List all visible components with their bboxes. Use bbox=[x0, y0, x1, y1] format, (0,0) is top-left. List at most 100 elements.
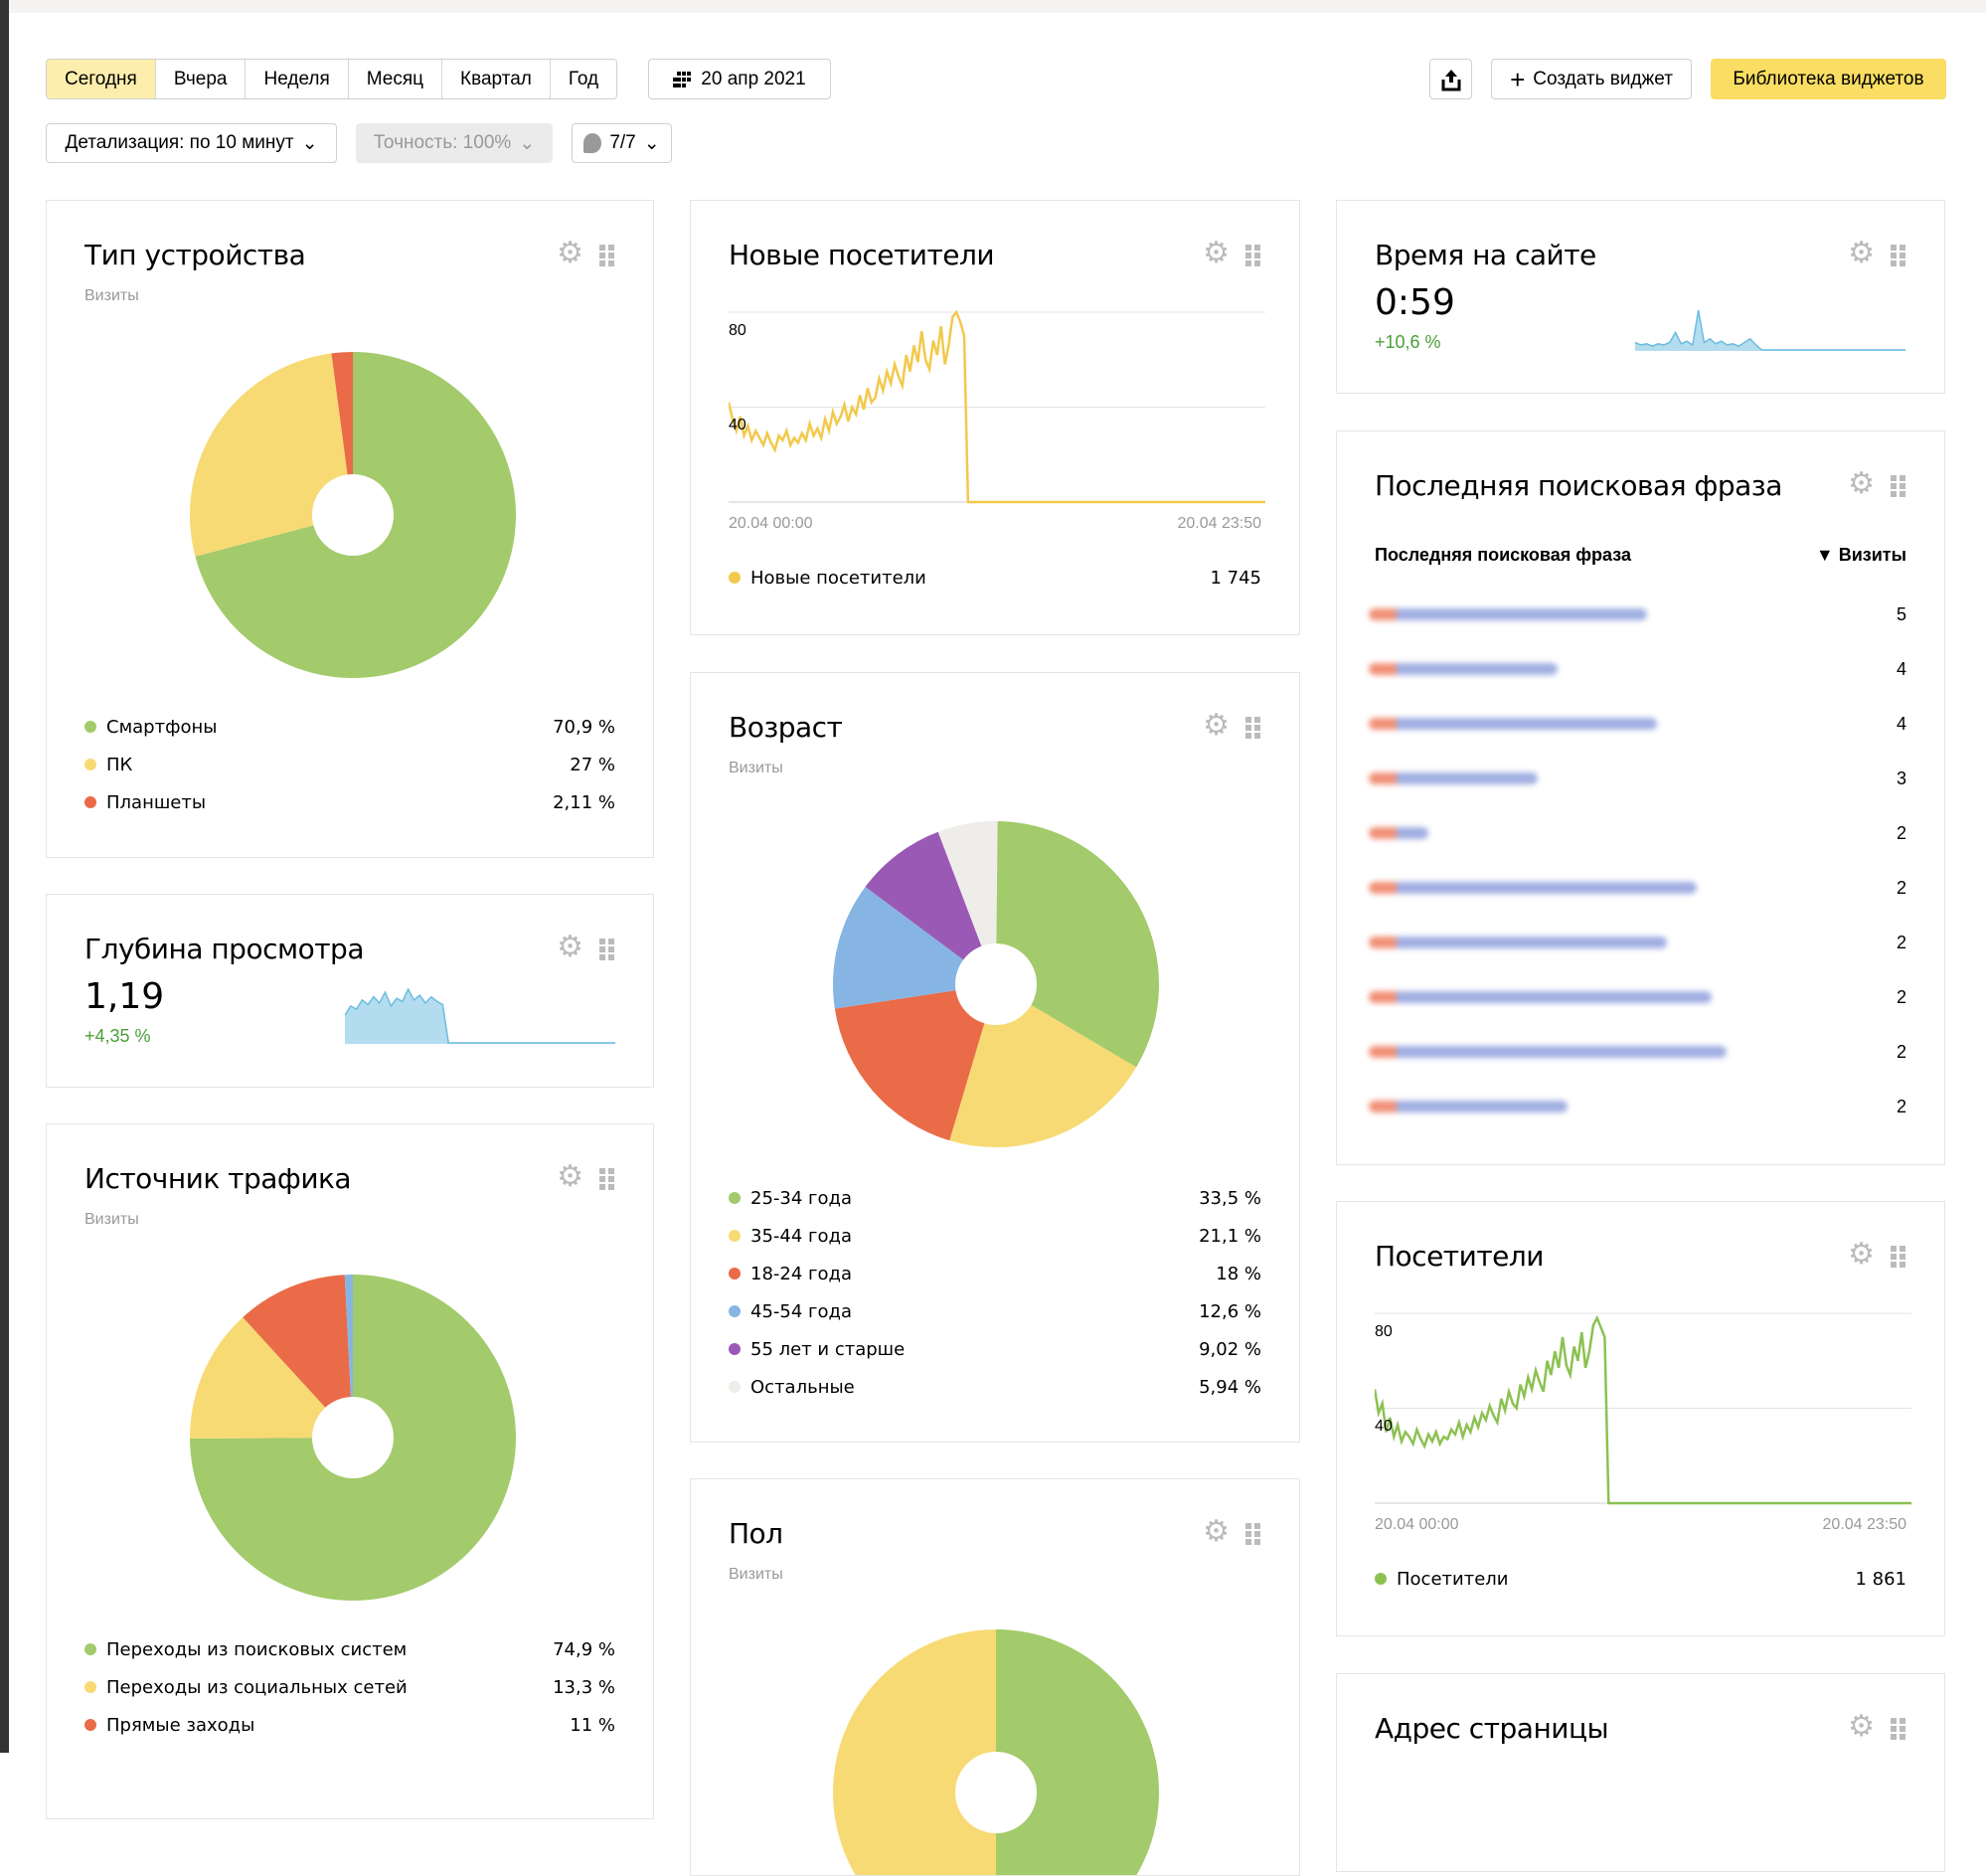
legend-item[interactable]: 55 лет и старше 9,02 % bbox=[729, 1330, 1261, 1368]
drag-handle-icon[interactable] bbox=[1245, 717, 1261, 739]
widget-device-type: Тип устройства Визиты ⚙ Смартфоны 70,9 % П… bbox=[46, 200, 654, 858]
export-button[interactable] bbox=[1429, 59, 1472, 99]
blurred-phrase bbox=[1369, 608, 1647, 620]
drag-handle-icon[interactable] bbox=[1245, 1523, 1261, 1545]
drag-handle-icon[interactable] bbox=[1891, 1246, 1906, 1268]
legend-value: 9,02 % bbox=[1199, 1338, 1261, 1360]
table-row[interactable]: 5 bbox=[1369, 595, 1906, 634]
legend-item[interactable]: 45-54 года 12,6 % bbox=[729, 1292, 1261, 1330]
drag-handle-icon[interactable] bbox=[1891, 245, 1906, 266]
legend-label: Переходы из социальных сетей bbox=[106, 1676, 408, 1698]
column-visits-sort[interactable]: ▼ Визиты bbox=[1816, 545, 1906, 566]
blurred-phrase bbox=[1369, 772, 1538, 784]
pie-slice[interactable] bbox=[833, 1629, 996, 1876]
gear-icon[interactable]: ⚙ bbox=[1848, 1712, 1875, 1742]
segments-label: 7/7 bbox=[609, 132, 636, 153]
table-row[interactable]: 2 bbox=[1369, 923, 1906, 962]
accuracy-dropdown[interactable]: Точность: 100% ⌄ bbox=[356, 123, 553, 163]
blurred-phrase bbox=[1369, 1046, 1727, 1058]
widget-library-button[interactable]: Библиотека виджетов bbox=[1711, 59, 1946, 99]
widget-new-visitors: Новые посетители ⚙ 80 40 20.04 00:00 20.… bbox=[690, 200, 1300, 635]
blurred-phrase bbox=[1369, 827, 1428, 839]
gear-icon[interactable]: ⚙ bbox=[1848, 239, 1875, 268]
legend-item[interactable]: Остальные 5,94 % bbox=[729, 1368, 1261, 1406]
widget-view-depth: Глубина просмотра ⚙ 1,19 +4,35 % bbox=[46, 894, 654, 1088]
widget-visitors: Посетители ⚙ 80 40 20.04 00:00 20.04 23:… bbox=[1336, 1201, 1945, 1636]
date-picker-button[interactable]: 20 апр 2021 bbox=[648, 59, 831, 99]
drag-handle-icon[interactable] bbox=[599, 1168, 615, 1190]
gear-icon[interactable]: ⚙ bbox=[557, 1162, 583, 1192]
drag-handle-icon[interactable] bbox=[599, 245, 615, 266]
legend: Смартфоны 70,9 % ПК 27 % Планшеты 2,11 % bbox=[84, 708, 615, 821]
visits-value: 4 bbox=[1896, 658, 1906, 679]
detail-dropdown[interactable]: Детализация: по 10 минут ⌄ bbox=[46, 123, 337, 163]
gear-icon[interactable]: ⚙ bbox=[1848, 469, 1875, 499]
metric-delta: +4,35 % bbox=[84, 1026, 151, 1046]
y-tick: 40 bbox=[729, 417, 746, 433]
table-row[interactable]: 2 bbox=[1369, 868, 1906, 908]
legend-label: Смартфоны bbox=[106, 716, 218, 738]
gear-icon[interactable]: ⚙ bbox=[1203, 239, 1230, 268]
gear-icon[interactable]: ⚙ bbox=[1848, 1240, 1875, 1270]
table-row[interactable]: 2 bbox=[1369, 1032, 1906, 1072]
gear-icon[interactable]: ⚙ bbox=[1203, 711, 1230, 741]
table-row[interactable]: 4 bbox=[1369, 704, 1906, 744]
x-tick: 20.04 23:50 bbox=[1177, 515, 1261, 532]
legend-item[interactable]: ПК 27 % bbox=[84, 746, 615, 783]
visits-value: 2 bbox=[1896, 1096, 1906, 1116]
segments-dropdown[interactable]: 7/7 ⌄ bbox=[572, 123, 672, 163]
table-row[interactable]: 2 bbox=[1369, 1087, 1906, 1126]
gear-icon[interactable]: ⚙ bbox=[1203, 1517, 1230, 1547]
tab-year[interactable]: Год bbox=[550, 60, 617, 98]
visits-value: 2 bbox=[1896, 877, 1906, 898]
legend-item[interactable]: Переходы из поисковых систем 74,9 % bbox=[84, 1630, 615, 1668]
series-line bbox=[1375, 1314, 1911, 1505]
table-row[interactable]: 2 bbox=[1369, 977, 1906, 1017]
comment-icon bbox=[583, 133, 602, 153]
legend-value: 13,3 % bbox=[553, 1676, 615, 1698]
legend-item[interactable]: 18-24 года 18 % bbox=[729, 1255, 1261, 1292]
create-widget-button[interactable]: + Создать виджет bbox=[1491, 59, 1692, 99]
legend-label: Посетители bbox=[1397, 1568, 1509, 1590]
widget-title: Последняя поисковая фраза bbox=[1375, 469, 1782, 502]
table-row[interactable]: 2 bbox=[1369, 813, 1906, 853]
legend-item[interactable]: 25-34 года 33,5 % bbox=[729, 1179, 1261, 1217]
drag-handle-icon[interactable] bbox=[599, 938, 615, 960]
tab-yesterday[interactable]: Вчера bbox=[155, 60, 247, 98]
legend-dot bbox=[84, 1681, 96, 1693]
legend-item[interactable]: Переходы из социальных сетей 13,3 % bbox=[84, 1668, 615, 1706]
pie-slice[interactable] bbox=[996, 1629, 1159, 1876]
table-row[interactable]: 3 bbox=[1369, 759, 1906, 798]
legend-item[interactable]: 35-44 года 21,1 % bbox=[729, 1217, 1261, 1255]
drag-handle-icon[interactable] bbox=[1891, 1718, 1906, 1740]
table-row[interactable]: 4 bbox=[1369, 649, 1906, 689]
drag-handle-icon[interactable] bbox=[1891, 475, 1906, 497]
gear-icon[interactable]: ⚙ bbox=[557, 933, 583, 962]
gear-icon[interactable]: ⚙ bbox=[557, 239, 583, 268]
tab-month[interactable]: Месяц bbox=[348, 60, 443, 98]
accuracy-label: Точность: 100% bbox=[373, 132, 512, 153]
sparkline bbox=[1635, 309, 1905, 351]
tab-quarter[interactable]: Квартал bbox=[442, 60, 551, 98]
legend-label: 55 лет и старше bbox=[750, 1338, 906, 1360]
legend-item[interactable]: Смартфоны 70,9 % bbox=[84, 708, 615, 746]
drag-handle-icon[interactable] bbox=[1245, 245, 1261, 266]
legend-dot bbox=[729, 572, 741, 584]
legend-dot bbox=[729, 1381, 741, 1393]
legend-item[interactable]: Планшеты 2,11 % bbox=[84, 783, 615, 821]
tab-week[interactable]: Неделя bbox=[246, 60, 349, 98]
legend-value: 18 % bbox=[1216, 1263, 1261, 1284]
legend-item[interactable]: Прямые заходы 11 % bbox=[84, 1706, 615, 1744]
blurred-phrase bbox=[1369, 663, 1558, 675]
legend-value: 74,9 % bbox=[553, 1638, 615, 1660]
y-tick: 40 bbox=[1375, 1418, 1393, 1435]
widget-title: Тип устройства bbox=[84, 239, 306, 271]
legend-value: 33,5 % bbox=[1199, 1187, 1261, 1209]
legend-dot bbox=[729, 1192, 741, 1204]
left-edge bbox=[0, 0, 9, 1753]
legend-label: Остальные bbox=[750, 1376, 855, 1398]
widget-title: Посетители bbox=[1375, 1240, 1544, 1273]
line-chart bbox=[729, 309, 1265, 504]
legend-dot bbox=[1375, 1573, 1387, 1585]
tab-today[interactable]: Сегодня bbox=[47, 60, 156, 98]
